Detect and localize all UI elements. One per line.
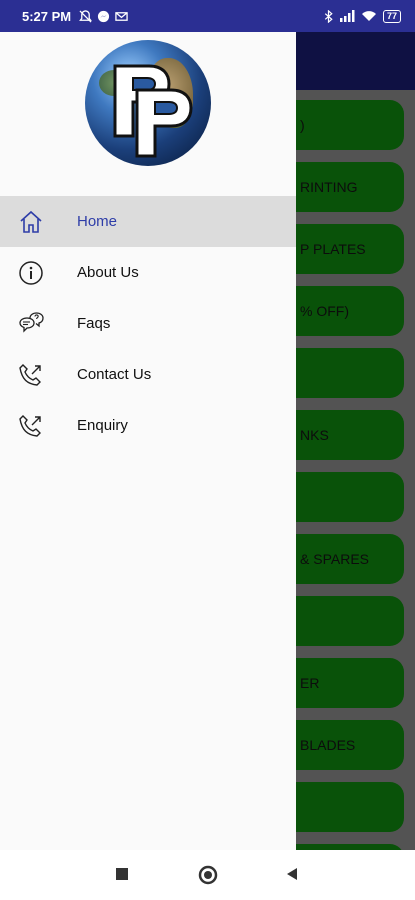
menu-item-label: Faqs bbox=[77, 315, 111, 332]
menu-item-label: Home bbox=[77, 213, 118, 230]
menu-item-enquiry[interactable]: Enquiry bbox=[0, 400, 296, 451]
drawer-menu: Home About Us Faqs Contact Us Enquiry bbox=[0, 196, 296, 451]
menu-item-about-us[interactable]: About Us bbox=[0, 247, 296, 298]
menu-item-contact-us[interactable]: Contact Us bbox=[0, 349, 296, 400]
navigation-drawer: Home About Us Faqs Contact Us Enquiry bbox=[0, 32, 296, 850]
system-nav-bar bbox=[0, 850, 415, 900]
mute-bell-icon bbox=[79, 9, 93, 23]
menu-item-label: Contact Us bbox=[77, 366, 152, 383]
globe-logo bbox=[85, 40, 211, 166]
signal-icon bbox=[339, 10, 355, 22]
home-icon bbox=[17, 208, 45, 236]
faq-chat-icon bbox=[17, 310, 45, 338]
back-button-icon[interactable] bbox=[285, 867, 299, 881]
phone-call-icon bbox=[17, 412, 45, 440]
messenger-icon bbox=[98, 10, 110, 22]
recents-button-icon[interactable] bbox=[115, 867, 129, 881]
home-button-icon[interactable] bbox=[198, 865, 218, 885]
menu-item-label: Enquiry bbox=[77, 417, 128, 434]
phone-call-icon bbox=[17, 361, 45, 389]
info-icon bbox=[17, 259, 45, 287]
mail-icon bbox=[115, 11, 128, 21]
menu-item-label: About Us bbox=[77, 264, 139, 281]
menu-item-home[interactable]: Home bbox=[0, 196, 296, 247]
bluetooth-icon bbox=[324, 9, 333, 23]
status-bar: 5:27 PM 77 bbox=[0, 0, 415, 32]
status-time: 5:27 PM bbox=[22, 8, 72, 24]
menu-item-faqs[interactable]: Faqs bbox=[0, 298, 296, 349]
wifi-icon bbox=[361, 11, 376, 21]
battery-icon: 77 bbox=[382, 9, 401, 23]
